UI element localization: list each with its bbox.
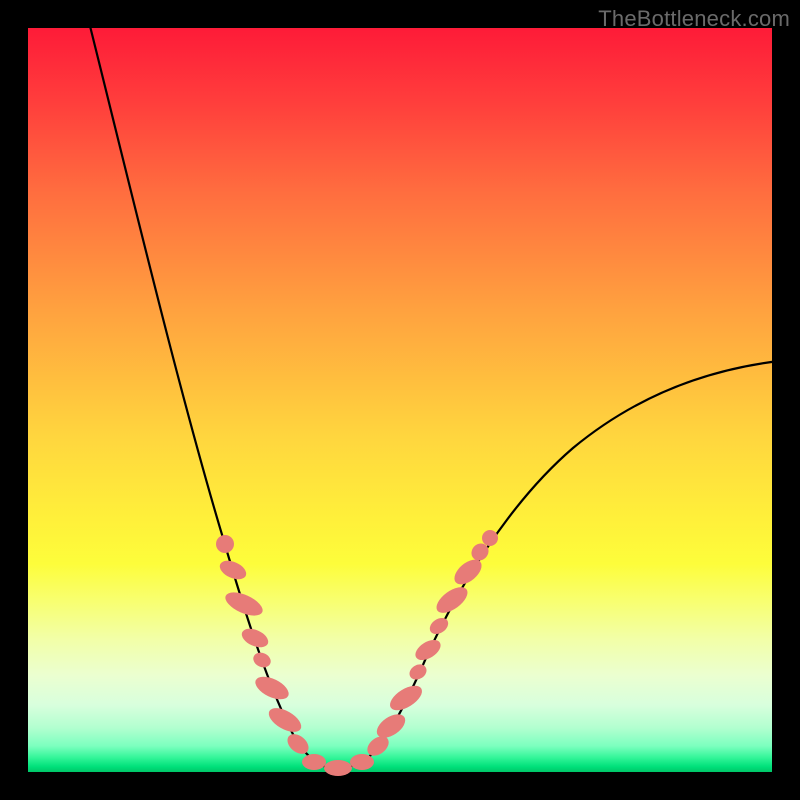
- highlight-dot: [350, 754, 374, 770]
- highlight-dot: [407, 661, 430, 682]
- highlight-group: [216, 530, 498, 776]
- highlight-dot: [427, 615, 451, 638]
- highlight-dot: [216, 535, 234, 553]
- highlight-dot: [324, 760, 352, 776]
- highlight-dot: [386, 681, 426, 715]
- highlight-dot: [239, 625, 271, 651]
- highlight-dot: [252, 672, 292, 704]
- highlight-dot: [412, 636, 444, 664]
- chart-frame: [28, 28, 772, 772]
- bottleneck-curve: [88, 18, 788, 768]
- highlight-dot: [251, 650, 273, 670]
- highlight-dot: [222, 588, 266, 621]
- chart-svg: [28, 28, 772, 772]
- highlight-dot: [302, 754, 326, 770]
- highlight-dot: [217, 557, 249, 583]
- highlight-dot: [482, 530, 498, 546]
- highlight-dot: [432, 582, 472, 618]
- watermark-text: TheBottleneck.com: [598, 6, 790, 32]
- highlight-dot: [265, 703, 305, 737]
